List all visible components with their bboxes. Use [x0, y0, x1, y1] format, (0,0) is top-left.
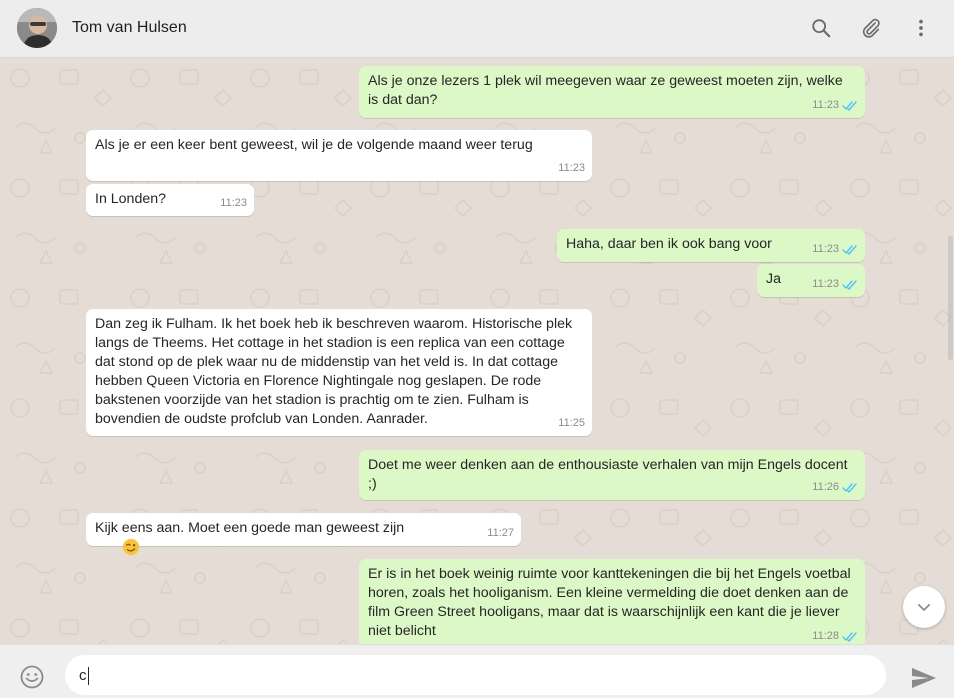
message-time: 11:25	[558, 417, 585, 429]
attach-button[interactable]	[857, 14, 885, 42]
message-text: Kijk eens aan. Moet een goede man gewees…	[95, 520, 405, 536]
message-outgoing[interactable]: Als je onze lezers 1 plek wil meegeven w…	[359, 66, 865, 118]
double-check-icon	[842, 632, 857, 642]
message-time: 11:27	[487, 527, 514, 539]
message-time: 11:23	[812, 99, 839, 111]
emoji-button[interactable]	[19, 664, 45, 690]
double-check-icon	[842, 280, 857, 290]
double-check-icon	[842, 101, 857, 111]
message-outgoing[interactable]: Haha, daar ben ik ook bang voor 11:23	[557, 229, 865, 262]
message-incoming[interactable]: Als je er een keer bent geweest, wil je …	[86, 130, 592, 181]
message-outgoing[interactable]: Ja 11:23	[757, 264, 865, 297]
message-time: 11:23	[220, 197, 247, 209]
message-text: Doet me weer denken aan de enthousiaste …	[368, 457, 852, 492]
message-text: Dan zeg ik Fulham. Ik het boek heb ik be…	[95, 316, 577, 427]
message-outgoing[interactable]: Er is in het boek weinig ruimte voor kan…	[359, 559, 865, 644]
message-input-value: c	[79, 667, 87, 684]
message-time: 11:23	[812, 278, 839, 290]
message-text: Als je onze lezers 1 plek wil meegeven w…	[368, 73, 847, 108]
message-incoming[interactable]: In Londen? 11:23	[86, 184, 254, 216]
chevron-down-icon	[917, 603, 931, 611]
message-list[interactable]: Als je onze lezers 1 plek wil meegeven w…	[0, 58, 954, 644]
double-check-icon	[842, 483, 857, 493]
avatar-image	[17, 8, 57, 48]
message-text: Er is in het boek weinig ruimte voor kan…	[368, 566, 855, 639]
text-caret	[87, 667, 89, 686]
emoji-icon	[20, 665, 44, 689]
search-icon	[812, 19, 831, 38]
message-incoming[interactable]: Kijk eens aan. Moet een goede man gewees…	[86, 513, 521, 556]
paperclip-icon	[862, 18, 880, 38]
send-button[interactable]	[911, 667, 937, 689]
message-input[interactable]: c	[64, 654, 887, 696]
winking-face-emoji-icon	[122, 538, 139, 556]
message-time: 11:28	[812, 630, 839, 642]
message-outgoing[interactable]: Doet me weer denken aan de enthousiaste …	[359, 450, 865, 500]
menu-kebab-icon	[919, 19, 923, 37]
message-time: 11:26	[812, 481, 839, 493]
send-icon	[912, 668, 936, 688]
message-time: 11:23	[812, 243, 839, 255]
scrollbar[interactable]	[948, 236, 953, 360]
avatar[interactable]	[17, 8, 57, 48]
contact-name[interactable]: Tom van Hulsen	[72, 19, 187, 37]
chat-header: Tom van Hulsen	[0, 0, 954, 58]
menu-button[interactable]	[907, 14, 935, 42]
message-text: Als je er een keer bent geweest, wil je …	[95, 137, 533, 153]
message-incoming[interactable]: Dan zeg ik Fulham. Ik het boek heb ik be…	[86, 309, 592, 436]
message-time: 11:23	[558, 162, 585, 174]
double-check-icon	[842, 245, 857, 255]
search-button[interactable]	[807, 14, 835, 42]
scroll-to-bottom-button[interactable]	[903, 586, 945, 628]
composer-bar: c	[0, 644, 954, 698]
